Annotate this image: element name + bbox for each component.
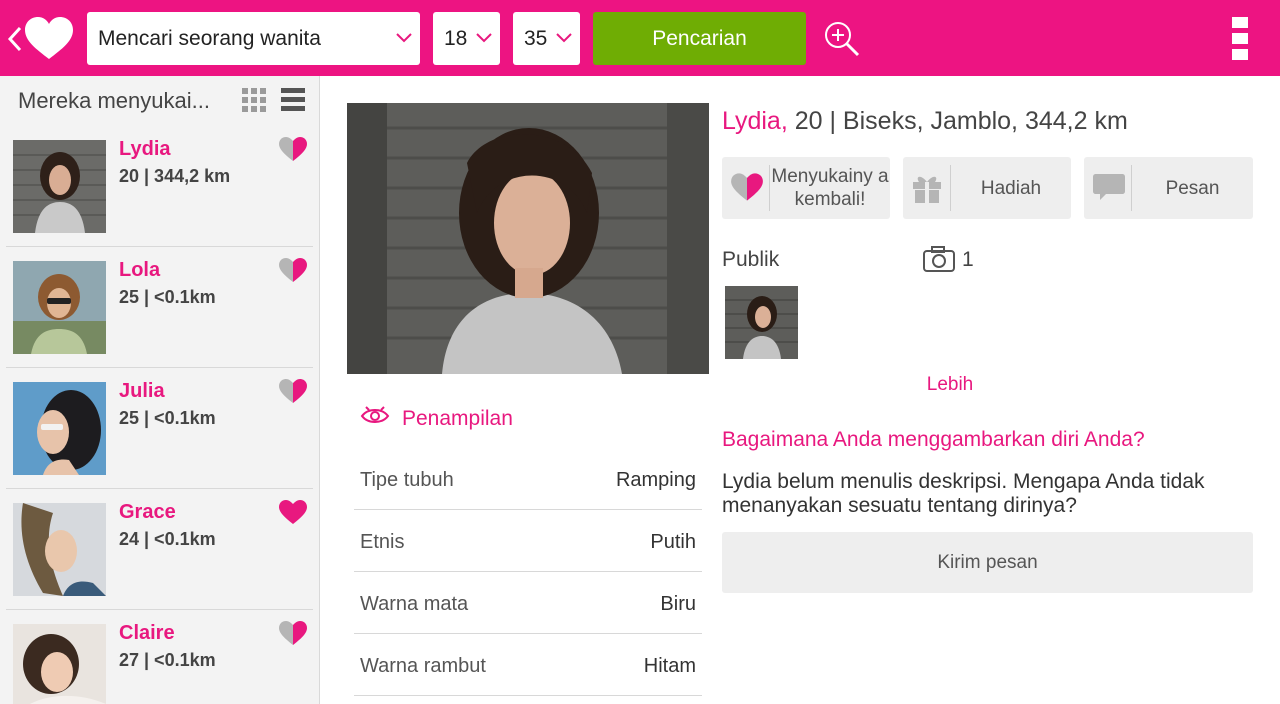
camera-icon [923,246,955,272]
list-item[interactable]: Lydia 20 | 344,2 km [6,126,313,247]
gallery-thumbnail[interactable] [725,286,798,359]
heart-icon[interactable] [278,136,308,162]
appearance-header: Penampilan [360,404,513,434]
heart-liked-icon[interactable] [278,499,308,525]
profile-details: 20 | Biseks, Jamblo, 344,2 km [787,107,1128,135]
overflow-menu-button[interactable] [1232,15,1248,66]
overflow-menu-icon [1232,17,1248,60]
attribute-row: Warna rambut Hitam [354,634,702,696]
list-view-button[interactable] [281,88,305,117]
description-question: Bagaimana Anda menggambarkan diri Anda? [722,428,1145,451]
gift-icon [913,176,941,203]
profile-title: Lydia, 20 | Biseks, Jamblo, 344,2 km [722,107,1128,136]
user-name: Julia [119,380,165,402]
user-meta: 24 | <0.1km [119,529,216,549]
user-name: Claire [119,622,175,644]
grid-view-button[interactable] [242,88,266,117]
attribute-row: Warna mata Biru [354,572,702,634]
eye-icon [360,406,390,423]
profile-photo[interactable] [347,103,709,374]
attribute-value: Putih [650,531,696,553]
age-max-value: 35 [524,27,548,50]
like-back-label: Menyukainy a kembali! [771,166,889,210]
heart-icon[interactable] [278,378,308,404]
search-target-dropdown[interactable]: Mencari seorang wanita [87,12,420,65]
heart-icon[interactable] [278,620,308,646]
avatar [13,140,106,233]
search-target-value: Mencari seorang wanita [98,27,321,50]
attribute-value: Ramping [615,469,696,491]
user-name: Lola [119,259,161,281]
magnifier-plus-icon [825,22,860,57]
age-max-dropdown[interactable]: 35 [513,12,580,65]
user-meta: 25 | <0.1km [119,287,216,307]
message-button[interactable]: Pesan [1084,157,1253,219]
gift-button[interactable]: Hadiah [903,157,1071,219]
zoom-button[interactable] [822,20,862,63]
attribute-key: Tipe tubuh [360,469,454,491]
message-label: Pesan [1165,177,1220,199]
age-min-value: 18 [444,27,468,50]
heart-logo-icon [7,17,73,59]
heart-icon[interactable] [278,257,308,283]
attribute-key: Etnis [360,531,405,553]
attribute-row: Tipe tubuh Ramping [354,448,702,510]
attribute-key: Warna mata [360,593,469,615]
public-photos-label: Publik [722,248,780,271]
list-item[interactable]: Grace 24 | <0.1km [6,489,313,610]
appearance-title: Penampilan [402,407,513,430]
user-meta: 20 | 344,2 km [119,166,231,186]
attribute-value: Hitam [643,655,696,677]
user-meta: 25 | <0.1km [119,408,216,428]
chevron-down-icon [556,33,572,43]
user-name: Lydia [119,138,171,160]
list-item[interactable]: Claire 27 | <0.1km [6,610,313,704]
heart-icon [731,173,763,201]
list-item[interactable]: Julia 25 | <0.1km [6,368,313,489]
back-button[interactable] [6,14,76,62]
gift-label: Hadiah [980,177,1042,199]
send-message-button[interactable]: Kirim pesan [722,532,1253,593]
avatar [13,503,106,596]
top-bar: Mencari seorang wanita 18 35 Pencarian [0,0,1280,76]
chevron-down-icon [396,33,412,43]
likes-sidebar: Mereka menyukai... Lydia 20 | 344,2 km L… [0,76,320,704]
chevron-down-icon [476,33,492,43]
grid-view-icon [242,88,266,112]
attribute-key: Warna rambut [360,655,486,677]
search-button[interactable]: Pencarian [593,12,806,65]
attribute-value: Biru [660,593,696,615]
list-item[interactable]: Lola 25 | <0.1km [6,247,313,368]
avatar [13,624,106,704]
sidebar-title: Mereka menyukai... [18,88,210,113]
like-back-button[interactable]: Menyukainy a kembali! [722,157,890,219]
age-min-dropdown[interactable]: 18 [433,12,500,65]
attribute-row: Etnis Putih [354,510,702,572]
profile-name: Lydia, [722,107,788,135]
user-name: Grace [119,501,176,523]
description-text: Lydia belum menulis deskripsi. Mengapa A… [722,470,1205,517]
speech-bubble-icon [1093,174,1125,200]
more-link[interactable]: Lebih [900,374,1000,396]
avatar [13,261,106,354]
user-meta: 27 | <0.1km [119,650,216,670]
photo-count: 1 [962,248,974,271]
list-view-icon [281,88,305,111]
avatar [13,382,106,475]
